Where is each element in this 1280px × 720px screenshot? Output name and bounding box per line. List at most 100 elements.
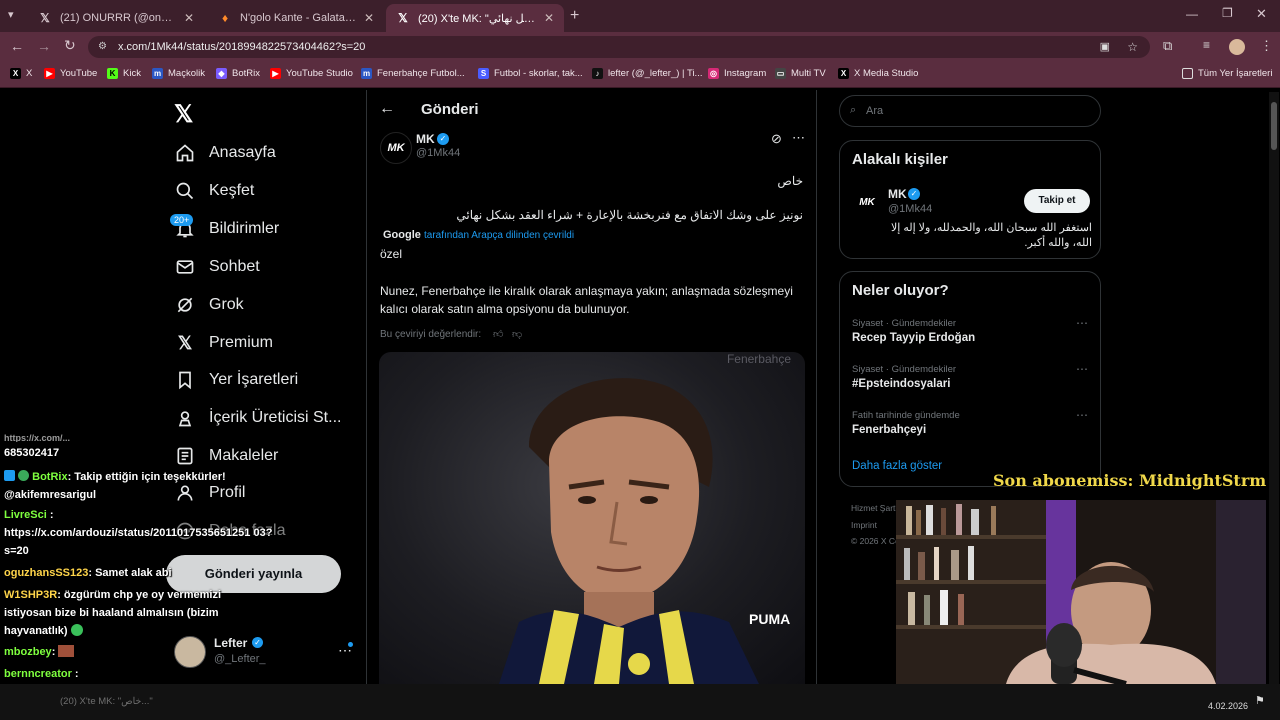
bookmark-futbol[interactable]: S Futbol - skorlar, tak... bbox=[478, 68, 583, 79]
x-logo-icon: X bbox=[838, 68, 849, 79]
taskbar-app[interactable]: (20) X'te MK: "خاص..." bbox=[60, 692, 210, 712]
translated-text-2: Nunez, Fenerbahçe ile kiralık olarak anl… bbox=[380, 284, 793, 316]
post-column: ← Gönderi MK MK ✓ @1Mk44 ⊘ ⋯ خاص نونيز ع… bbox=[366, 90, 817, 684]
more-icon[interactable]: ⋯ bbox=[792, 130, 805, 146]
x-logo[interactable]: 𝕏 bbox=[174, 100, 193, 129]
emote-icon bbox=[58, 645, 75, 657]
trend-more-icon[interactable]: ⋯ bbox=[1076, 362, 1088, 376]
creator-icon bbox=[174, 407, 196, 429]
minimize-icon[interactable]: — bbox=[1186, 7, 1198, 21]
thumbs-up-icon[interactable]: 👍︎ bbox=[493, 328, 503, 340]
trend-item[interactable]: Siyaset · Gündemdekiler Recep Tayyip Erd… bbox=[852, 318, 975, 344]
back-arrow-icon[interactable]: ← bbox=[379, 100, 395, 118]
tab-onurrr[interactable]: 𝕏 (21) ONURRR (@onurnkalexyedi) / X ✕ bbox=[28, 4, 204, 32]
footer-imprint[interactable]: Imprint bbox=[851, 520, 877, 530]
trends-card: Neler oluyor? Siyaset · Gündemdekiler Re… bbox=[839, 271, 1101, 487]
bookmark-fenerbahce[interactable]: m Fenerbahçe Futbol... bbox=[361, 68, 465, 79]
thumbs-down-icon[interactable]: 👎︎ bbox=[512, 328, 522, 340]
webcam-overlay bbox=[896, 500, 1266, 684]
grok-icon[interactable]: ⊘ bbox=[771, 131, 782, 147]
x-logo-icon: 𝕏 bbox=[40, 11, 50, 25]
bookmark-instagram[interactable]: ◎ Instagram bbox=[708, 68, 766, 79]
sub-banner: Son abonemiss: MidnightStrm bbox=[993, 471, 1267, 490]
window-close-icon[interactable]: ✕ bbox=[1256, 6, 1267, 22]
bookmark-youtube[interactable]: ▶ YouTube bbox=[44, 68, 97, 79]
bookmark-mackolik[interactable]: m Maçkolik bbox=[152, 68, 205, 79]
bookmark-botrix[interactable]: ◆ BotRix bbox=[216, 68, 260, 79]
post-image[interactable]: Fenerbahçe PUMA bbox=[379, 352, 805, 684]
related-avatar[interactable]: MK bbox=[852, 188, 882, 218]
bookmark-star-icon[interactable]: ☆ bbox=[1127, 36, 1138, 58]
sidebar-item-messages[interactable]: Sohbet bbox=[174, 256, 260, 278]
sidebar-item-creator-studio[interactable]: İçerik Üreticisi St... bbox=[174, 407, 341, 429]
scrollbar-thumb[interactable] bbox=[1271, 102, 1277, 150]
browser-menu-icon[interactable]: ⋮ bbox=[1260, 38, 1273, 54]
verified-icon: ✓ bbox=[437, 133, 449, 145]
show-more-link[interactable]: Daha fazla göster bbox=[852, 460, 942, 472]
google-logo: Google bbox=[383, 229, 421, 241]
mod-badge-icon bbox=[4, 470, 15, 481]
sidebar-item-home[interactable]: Anasayfa bbox=[174, 142, 276, 164]
new-tab-icon[interactable]: + bbox=[570, 7, 579, 25]
youtube-icon: ▶ bbox=[44, 68, 55, 79]
related-handle: @1Mk44 bbox=[888, 203, 933, 215]
bookmark-multitv[interactable]: ▭ Multi TV bbox=[775, 68, 826, 79]
install-app-icon[interactable]: ▣ bbox=[1100, 36, 1110, 58]
x-logo-icon: 𝕏 bbox=[177, 332, 193, 353]
trend-more-icon[interactable]: ⋯ bbox=[1076, 316, 1088, 330]
sidebar-item-premium[interactable]: 𝕏 Premium bbox=[174, 332, 273, 354]
author-name[interactable]: MK bbox=[416, 132, 435, 146]
bookmarks-bar: XX ▶ YouTube K Kick m Maçkolik ◆ BotRix ▶ You… bbox=[0, 62, 1280, 88]
reload-icon[interactable]: ↻ bbox=[64, 37, 76, 54]
trend-item[interactable]: Siyaset · Gündemdekiler #Epsteindosyalar… bbox=[852, 364, 956, 390]
taskbar-date: 4.02.2026 bbox=[1208, 701, 1249, 711]
sidebar-item-explore[interactable]: Keşfet bbox=[174, 180, 254, 202]
close-tab-icon[interactable]: ✕ bbox=[544, 11, 554, 25]
bookmark-x[interactable]: XX bbox=[10, 68, 32, 79]
bookmark-youtube-studio[interactable]: ▶ YouTube Studio bbox=[270, 68, 353, 79]
close-tab-icon[interactable]: ✕ bbox=[184, 11, 194, 25]
all-bookmarks[interactable]: Tüm Yer İşaretleri bbox=[1182, 68, 1272, 79]
bookmark-x-media-studio[interactable]: XX Media Studio bbox=[838, 68, 918, 79]
tiktok-icon: ♪ bbox=[592, 68, 603, 79]
follow-button[interactable]: Takip et bbox=[1024, 189, 1090, 213]
site-info-icon[interactable]: ⚙ bbox=[98, 36, 107, 58]
search-input[interactable]: ⌕ Ara bbox=[839, 95, 1101, 127]
related-name[interactable]: MK bbox=[888, 187, 907, 201]
translated-text-1: özel bbox=[380, 247, 403, 261]
flame-icon: ♦ bbox=[221, 11, 229, 25]
extensions-icon[interactable]: ⧉ bbox=[1163, 38, 1172, 54]
forward-icon[interactable]: → bbox=[37, 38, 51, 54]
tab-search-icon[interactable]: ▾ bbox=[8, 8, 14, 21]
sidebar-item-bookmarks[interactable]: Yer İşaretleri bbox=[174, 369, 298, 391]
botrix-icon: ◆ bbox=[216, 68, 227, 79]
translation-note[interactable]: tarafından Arapça dilinden çevrildi bbox=[424, 230, 574, 241]
author-avatar[interactable]: MK bbox=[380, 132, 412, 164]
mail-icon bbox=[174, 256, 196, 278]
close-tab-icon[interactable]: ✕ bbox=[364, 11, 374, 25]
search-icon: ⌕ bbox=[850, 104, 857, 116]
verified-badge-icon bbox=[18, 470, 30, 481]
tab-mk-post[interactable]: 𝕏 (20) X'te MK: "العقد بشكل نهائي" ✕ bbox=[386, 4, 564, 32]
post-text-arabic-2: نونيز على وشك الاتفاق مع فنربخشة بالإعار… bbox=[456, 208, 803, 222]
x-logo-icon: X bbox=[10, 68, 21, 79]
tab-ngolo-kante[interactable]: ♦ N'golo Kante - Galatasaray Söz… ✕ bbox=[208, 4, 384, 32]
chat-message: LivreSci : https://x.com/ardouzi/status/… bbox=[4, 509, 273, 557]
sidebar-item-grok[interactable]: Grok bbox=[174, 294, 244, 316]
mackolik-icon: m bbox=[152, 68, 163, 79]
verified-icon: ✓ bbox=[908, 188, 920, 200]
trend-item[interactable]: Fatih tarihinde gündemde Fenerbahçeyi bbox=[852, 410, 960, 436]
notification-icon[interactable]: ⚑ bbox=[1255, 694, 1265, 707]
kick-icon: K bbox=[107, 68, 118, 79]
maximize-icon[interactable]: ❐ bbox=[1222, 6, 1233, 20]
scrollbar[interactable] bbox=[1269, 92, 1279, 684]
back-icon[interactable]: ← bbox=[10, 38, 24, 54]
media-controls-icon[interactable]: ≡ bbox=[1203, 38, 1210, 52]
trend-more-icon[interactable]: ⋯ bbox=[1076, 408, 1088, 422]
address-bar[interactable]: ⚙ x.com/1Mk44/status/2018994822573404462… bbox=[88, 36, 1150, 58]
webcam-illustration bbox=[896, 500, 1266, 684]
bookmark-kick[interactable]: K Kick bbox=[107, 68, 141, 79]
profile-avatar[interactable] bbox=[1229, 39, 1245, 55]
bookmark-tiktok[interactable]: ♪ lefter (@_lefter_) | Ti... bbox=[592, 68, 702, 79]
related-bio: استغفر الله سبحان الله، والحمدلله، ولا إ… bbox=[890, 222, 1092, 249]
